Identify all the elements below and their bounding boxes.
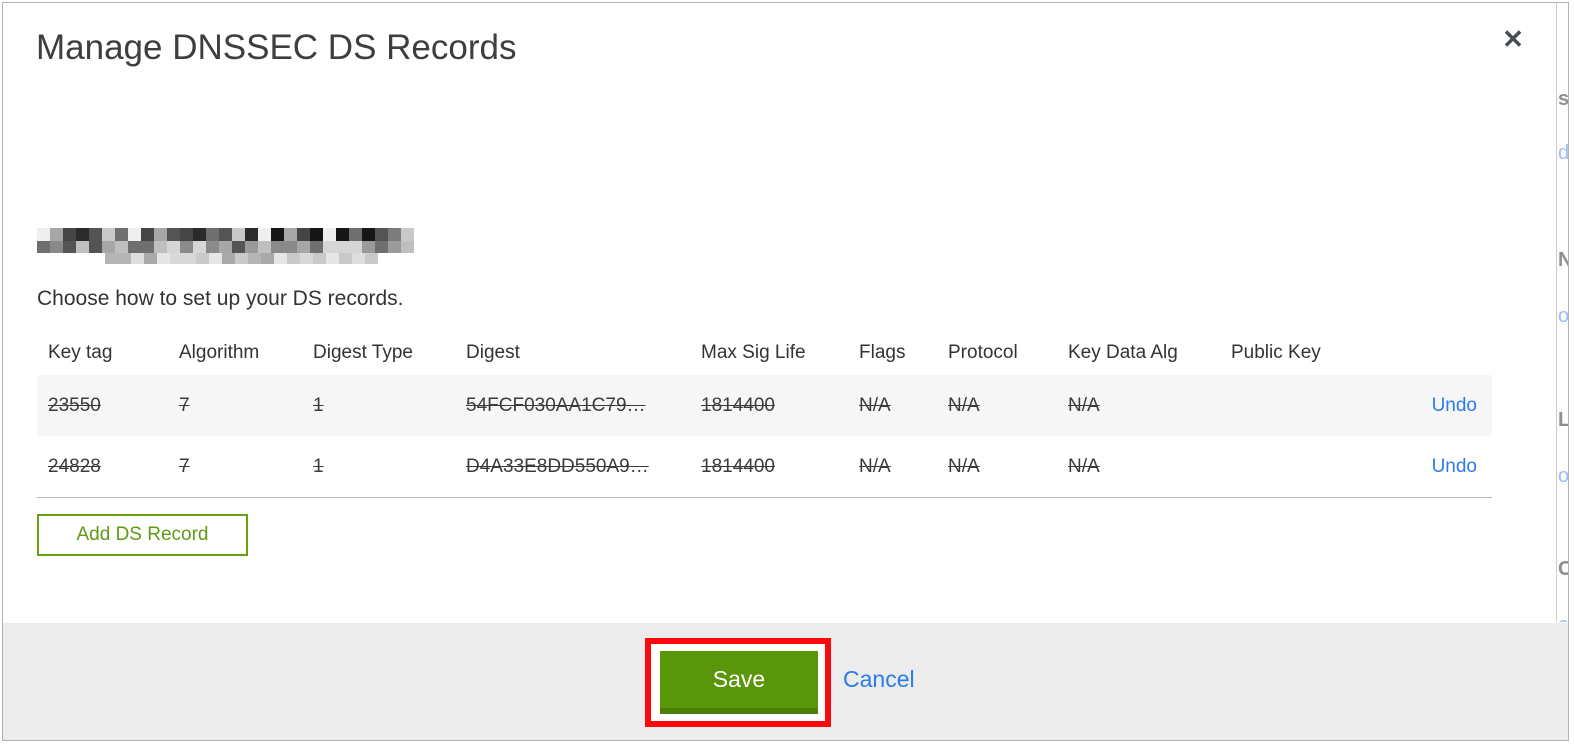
cell-algorithm: 7 xyxy=(179,455,190,477)
background-text-fragment: N xyxy=(1558,250,1569,270)
add-ds-record-button[interactable]: Add DS Record xyxy=(37,514,248,556)
cell-key-data-alg: N/A xyxy=(1068,455,1100,477)
cell-flags: N/A xyxy=(859,394,891,416)
background-text-fragment: o xyxy=(1558,305,1569,327)
col-header-protocol: Protocol xyxy=(948,341,1018,363)
col-header-algorithm: Algorithm xyxy=(179,341,260,363)
cell-digest: 54FCF030AA1C79… xyxy=(466,394,646,416)
redacted-domain-name-line2 xyxy=(105,253,378,264)
cell-protocol: N/A xyxy=(948,394,980,416)
background-text-fragment: C xyxy=(1558,559,1569,579)
cell-digest: D4A33E8DD550A9… xyxy=(466,455,649,477)
col-header-digest: Digest xyxy=(466,341,520,363)
background-text-fragment: o xyxy=(1558,465,1569,487)
cell-actions: Undo xyxy=(1405,395,1492,417)
col-header-key-tag: Key tag xyxy=(48,341,113,363)
redacted-domain-name xyxy=(37,228,414,253)
cell-algorithm: 7 xyxy=(179,394,190,416)
cell-protocol: N/A xyxy=(948,455,980,477)
cell-max-sig-life: 1814400 xyxy=(701,455,775,477)
undo-link[interactable]: Undo xyxy=(1432,395,1477,416)
table-row: 24828 7 1 D4A33E8DD550A9… 1814400 N/A N/… xyxy=(37,436,1492,498)
col-header-public-key: Public Key xyxy=(1231,341,1321,363)
col-header-flags: Flags xyxy=(859,341,906,363)
cell-key-tag: 23550 xyxy=(48,394,101,416)
cell-max-sig-life: 1814400 xyxy=(701,394,775,416)
dnssec-modal-screenshot: Manage DNSSEC DS Records ✕ Choose how to… xyxy=(0,0,1574,746)
background-text-fragment: L xyxy=(1558,409,1569,431)
ds-records-table: Key tag Algorithm Digest Type Digest Max… xyxy=(37,330,1492,498)
background-text-fragment: d xyxy=(1558,142,1569,164)
cell-digest-type: 1 xyxy=(313,455,324,477)
subtitle-text: Choose how to set up your DS records. xyxy=(37,287,404,310)
undo-link[interactable]: Undo xyxy=(1432,456,1477,477)
background-text-fragment: o xyxy=(1558,615,1569,622)
cell-key-data-alg: N/A xyxy=(1068,394,1100,416)
cell-actions: Undo xyxy=(1405,456,1492,478)
table-row: 23550 7 1 54FCF030AA1C79… 1814400 N/A N/… xyxy=(37,375,1492,436)
table-header-row: Key tag Algorithm Digest Type Digest Max… xyxy=(37,330,1492,375)
col-header-key-data-alg: Key Data Alg xyxy=(1068,341,1178,363)
col-header-max-sig-life: Max Sig Life xyxy=(701,341,806,363)
cell-key-tag: 24828 xyxy=(48,455,101,477)
background-text-fragment: s xyxy=(1558,88,1569,110)
cancel-link[interactable]: Cancel xyxy=(843,666,915,693)
background-page-strip: s d No Lo Co xyxy=(1556,3,1569,622)
col-header-digest-type: Digest Type xyxy=(313,341,413,363)
save-button[interactable]: Save xyxy=(660,651,818,714)
close-icon[interactable]: ✕ xyxy=(1496,22,1530,56)
page-title: Manage DNSSEC DS Records xyxy=(36,28,517,67)
annotation-highlight-box: Save xyxy=(645,638,831,727)
cell-flags: N/A xyxy=(859,455,891,477)
cell-digest-type: 1 xyxy=(313,394,324,416)
